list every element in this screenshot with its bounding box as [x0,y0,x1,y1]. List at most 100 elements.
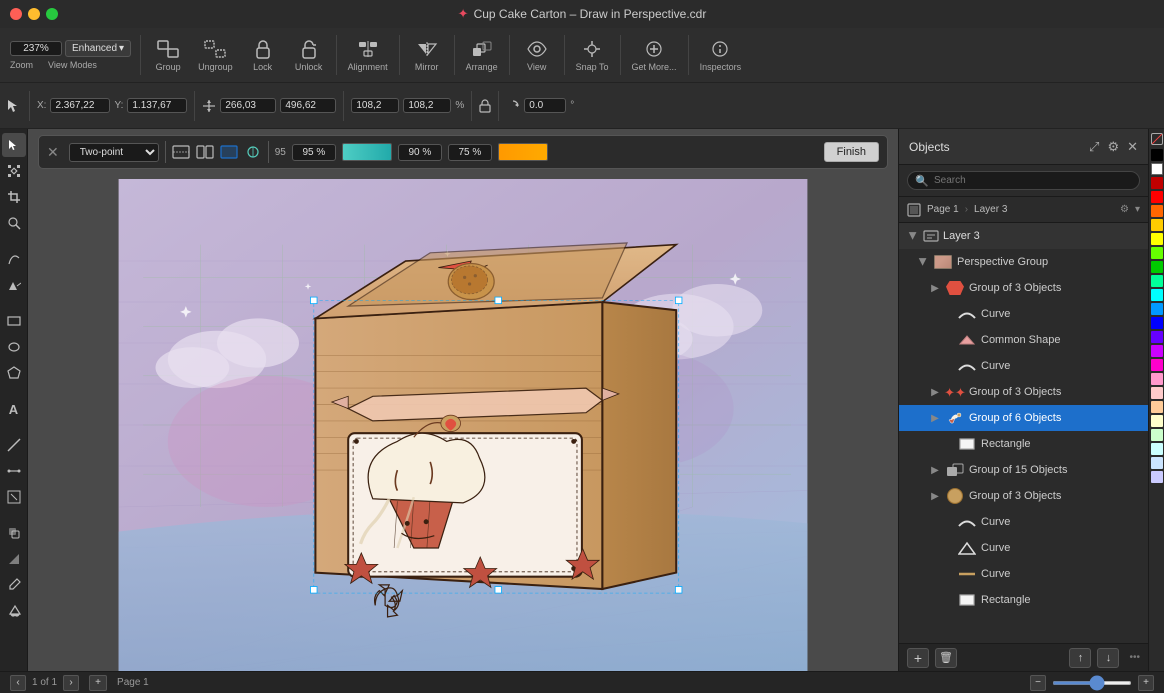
tree-item-rect-1[interactable]: ▶ Rectangle [899,431,1148,457]
shadow-tool[interactable] [2,521,26,545]
move-up-button[interactable]: ↑ [1069,648,1091,668]
panel-overflow-icon[interactable]: ••• [1129,652,1140,663]
color-cream[interactable] [1151,415,1163,427]
alignment-button[interactable]: Alignment [342,34,394,76]
zoom-input[interactable] [10,41,62,56]
color-lime[interactable] [1151,247,1163,259]
color-magenta[interactable] [1151,359,1163,371]
tree-item-curve-2[interactable]: ▶ Curve [899,353,1148,379]
panel-expand-icon[interactable]: ⤢ [1089,139,1099,155]
layer-3-header[interactable]: ▶ Layer 3 [899,223,1148,249]
color-cyan[interactable] [1151,289,1163,301]
perspective-close-icon[interactable]: ✕ [47,144,59,161]
opacity1-input[interactable] [292,144,336,161]
delete-layer-button[interactable]: 🗑 [935,648,957,668]
color-light-green[interactable] [1151,429,1163,441]
tree-item-group6[interactable]: ▶ Group of 6 Objects [899,405,1148,431]
enhanced-button[interactable]: Enhanced ▾ [65,40,131,57]
no-color-swatch[interactable] [1151,133,1163,145]
panel-settings-icon[interactable]: ⚙ [1107,139,1119,155]
tree-item-common-shape[interactable]: ▶ Common Shape [899,327,1148,353]
color-mint[interactable] [1151,275,1163,287]
arrange-button[interactable]: Arrange [460,34,504,76]
tree-item-group3-cookie[interactable]: ▶ Group of 3 Objects [899,483,1148,509]
node-tool[interactable] [2,159,26,183]
group-button[interactable]: Group [146,34,190,76]
close-button[interactable] [10,8,22,20]
color-lavender[interactable] [1151,471,1163,483]
tree-item-group15[interactable]: ▶ Group of 15 Objects [899,457,1148,483]
fill-tool[interactable] [2,599,26,623]
get-more-button[interactable]: Get More... [626,34,683,76]
zoom-out-button[interactable]: − [1030,675,1046,691]
tree-item-group3-stars[interactable]: ▶ ✦✦ Group of 3 Objects [899,379,1148,405]
tree-item-perspective-group[interactable]: ▶ Perspective Group [899,249,1148,275]
crop-tool[interactable] [2,185,26,209]
add-page-button[interactable]: + [89,675,107,691]
minimize-button[interactable] [28,8,40,20]
line-tool[interactable] [2,433,26,457]
prev-page-button[interactable]: ‹ [10,675,26,691]
tree-item-curve-5[interactable]: ▶ Curve [899,561,1148,587]
x-input[interactable] [50,98,110,113]
next-page-button[interactable]: › [63,675,79,691]
color-violet[interactable] [1151,331,1163,343]
color-blue[interactable] [1151,317,1163,329]
search-input[interactable] [907,171,1140,190]
width-input[interactable] [220,98,276,113]
freehand-tool[interactable] [2,247,26,271]
opacity2-input[interactable] [398,144,442,161]
color-swatch-orange[interactable] [498,143,548,161]
color-dark-red[interactable] [1151,177,1163,189]
tree-item-curve-4[interactable]: ▶ Curve [899,535,1148,561]
snap-to-button[interactable]: Snap To [570,34,615,76]
connector-tool[interactable] [2,459,26,483]
color-sky[interactable] [1151,303,1163,315]
zoom-slider[interactable] [1052,681,1132,685]
color-light-cyan[interactable] [1151,443,1163,455]
add-layer-button[interactable]: + [907,648,929,668]
maximize-button[interactable] [46,8,58,20]
color-black[interactable] [1151,149,1163,161]
zoom-tool[interactable] [2,211,26,235]
view-button[interactable]: View [515,34,559,76]
tree-item-curve-1[interactable]: ▶ Curve [899,301,1148,327]
ungroup-button[interactable]: Ungroup [192,34,239,76]
transparency-tool[interactable] [2,547,26,571]
dimension-tool[interactable] [2,485,26,509]
tree-item-group3-1[interactable]: ▶ Group of 3 Objects [899,275,1148,301]
opacity3-input[interactable] [448,144,492,161]
zoom-in-button[interactable]: + [1138,675,1154,691]
color-peach[interactable] [1151,401,1163,413]
layer-settings-icon[interactable]: ⚙ [1120,204,1129,215]
inspectors-button[interactable]: Inspectors [694,34,748,76]
color-pink[interactable] [1151,373,1163,385]
canvas-area[interactable]: ✕ Two-point 95 [28,129,898,671]
lock-button[interactable]: Lock [241,34,285,76]
eyedropper-tool[interactable] [2,573,26,597]
rectangle-tool[interactable] [2,309,26,333]
move-down-button[interactable]: ↓ [1097,648,1119,668]
color-orange[interactable] [1151,205,1163,217]
color-amber[interactable] [1151,219,1163,231]
color-purple[interactable] [1151,345,1163,357]
polygon-tool[interactable] [2,361,26,385]
unlock-button[interactable]: Unlock [287,34,331,76]
angle-input[interactable] [524,98,566,113]
smart-fill-tool[interactable] [2,273,26,297]
height-input[interactable] [280,98,336,113]
color-green[interactable] [1151,261,1163,273]
tree-item-rect-2[interactable]: ▶ Rectangle [899,587,1148,613]
finish-button[interactable]: Finish [824,142,879,162]
color-red[interactable] [1151,191,1163,203]
width-pct-input[interactable] [351,98,399,113]
color-swatch-teal[interactable] [342,143,392,161]
ellipse-tool[interactable] [2,335,26,359]
height-pct-input[interactable] [403,98,451,113]
color-light-blue[interactable] [1151,457,1163,469]
color-light-pink[interactable] [1151,387,1163,399]
tree-item-curve-3[interactable]: ▶ Curve [899,509,1148,535]
text-tool[interactable]: A [2,397,26,421]
mirror-button[interactable]: Mirror [405,34,449,76]
layer-chevron-icon[interactable]: ▾ [1135,204,1140,215]
